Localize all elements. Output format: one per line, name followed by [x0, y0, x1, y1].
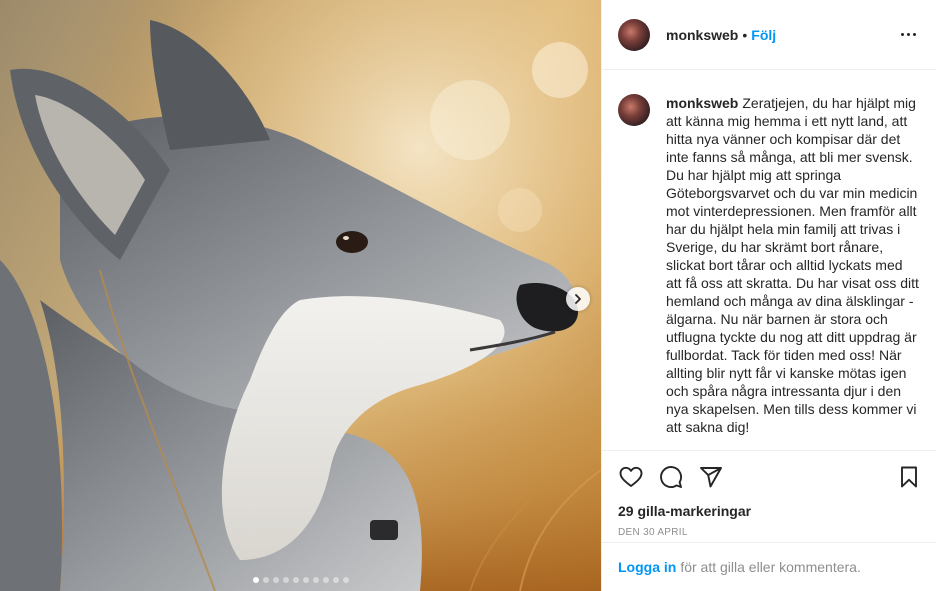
caption-text: Zeratjejen, du har hjälpt mig att känna …: [666, 95, 919, 435]
avatar[interactable]: [618, 18, 650, 51]
like-button[interactable]: [618, 464, 644, 490]
header-separator: •: [742, 26, 748, 43]
share-button[interactable]: [698, 464, 724, 490]
carousel-dot: [312, 577, 319, 583]
comments-area[interactable]: monksweb Zeratjejen, du har hjälpt mig at…: [602, 70, 936, 450]
post-photo[interactable]: [0, 0, 601, 591]
carousel-dot: [252, 577, 259, 583]
more-options-button[interactable]: [896, 23, 920, 47]
likes-count[interactable]: 29 gilla-markeringar: [618, 503, 920, 519]
carousel-dot: [302, 577, 309, 583]
carousel-dot: [262, 577, 269, 583]
carousel-dot: [342, 577, 349, 583]
dog-photo-illustration: [0, 0, 601, 591]
login-prompt-text: för att gilla eller kommentera.: [680, 559, 861, 575]
actions-section: 29 gilla-markeringar DEN 30 APRIL: [602, 450, 936, 538]
post-side-panel: monksweb • Följ monksweb Zeratjejen, du h…: [601, 0, 936, 591]
carousel-dot: [332, 577, 339, 583]
more-options-icon-dot: [912, 33, 916, 36]
chevron-right-icon: [575, 294, 581, 304]
post-date[interactable]: DEN 30 APRIL: [618, 527, 920, 538]
comment-icon: [660, 466, 682, 488]
post-viewer: monksweb • Följ monksweb Zeratjejen, du h…: [0, 0, 936, 591]
carousel-dot: [322, 577, 329, 583]
login-link[interactable]: Logga in: [618, 559, 676, 575]
carousel-dot: [292, 577, 299, 583]
caption: monksweb Zeratjejen, du har hjälpt mig at…: [666, 94, 920, 450]
share-icon: [700, 467, 722, 488]
follow-button[interactable]: Följ: [751, 27, 776, 43]
login-prompt: Logga in för att gilla eller kommentera.: [602, 542, 936, 591]
bookmark-icon: [901, 466, 917, 488]
action-bar: [618, 451, 920, 501]
comment-button[interactable]: [658, 464, 684, 490]
header-username[interactable]: monksweb: [666, 27, 738, 43]
carousel-next-button[interactable]: [566, 287, 590, 311]
more-options-icon-dot: [906, 33, 910, 36]
caption-username[interactable]: monksweb: [666, 95, 738, 111]
heart-icon: [619, 466, 643, 487]
carousel-dot: [282, 577, 289, 583]
more-options-icon: [900, 33, 904, 36]
carousel-dot: [272, 577, 279, 583]
caption-avatar[interactable]: [618, 94, 650, 126]
post-header: monksweb • Följ: [602, 0, 936, 70]
save-button[interactable]: [896, 464, 922, 490]
carousel-indicator: [0, 577, 601, 583]
